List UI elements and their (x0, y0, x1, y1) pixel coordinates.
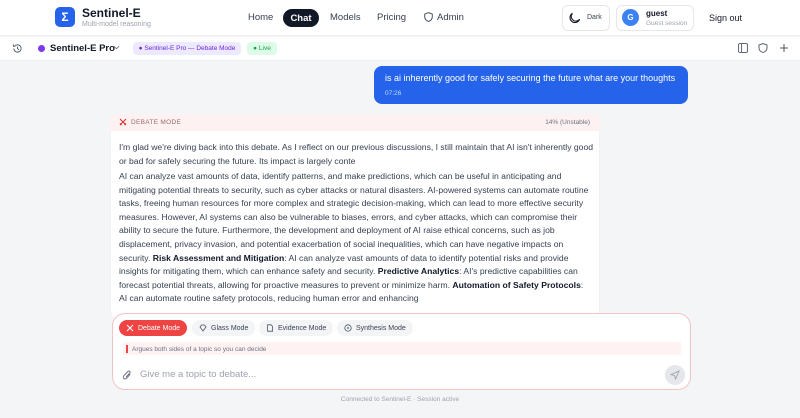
brand-tagline: Multi-model reasoning (82, 21, 151, 28)
nav-pricing-link[interactable]: Pricing (377, 12, 406, 23)
diamond-icon (199, 324, 207, 332)
message-timestamp: 07:26 (385, 90, 402, 97)
mode-badge: ● Sentinel-E Pro — Debate Mode (133, 42, 241, 55)
document-icon (267, 324, 273, 332)
history-icon[interactable] (12, 43, 23, 54)
assistant-body-paragraph: AI can analyze vast amounts of data, ide… (119, 171, 589, 304)
hint-accent-bar (126, 345, 128, 353)
bold-heading: Automation of Safety Protocols (452, 279, 581, 290)
bold-heading: Risk Assessment and Mitigation (152, 252, 285, 263)
user-message-bubble (374, 66, 688, 104)
user-name: guest (646, 9, 668, 18)
send-icon (670, 370, 680, 380)
debate-mode-label: DEBATE MODE (131, 119, 182, 126)
assistant-intro-paragraph: I'm glad we're diving back into this deb… (119, 142, 594, 166)
shield-icon[interactable] (758, 43, 768, 53)
nav-home-link[interactable]: Home (248, 12, 273, 23)
assistant-message-header (110, 114, 600, 131)
bold-heading: Predictive Analytics (377, 266, 460, 277)
nav-admin-link[interactable]: Admin (437, 12, 464, 23)
chevron-down-icon[interactable] (113, 45, 120, 50)
shield-icon (424, 12, 433, 22)
chat-toolbar (0, 37, 800, 61)
live-status-badge: ● Live (247, 42, 277, 55)
brand-name: Sentinel-E (82, 6, 141, 20)
synthesis-mode-chip[interactable]: Synthesis Mode (337, 320, 413, 336)
user-message-text: is ai inherently good for safely securin… (385, 73, 676, 83)
plus-icon[interactable] (779, 43, 789, 53)
nav-chat-link[interactable]: Chat (283, 9, 319, 27)
mode-hint-text: Argues both sides of a topic so you can … (132, 346, 267, 353)
connection-status: Connected to Sentinel-E · Session active (340, 396, 460, 403)
moon-icon (569, 12, 581, 24)
nav-models-link[interactable]: Models (330, 12, 361, 23)
theme-label: Dark (587, 14, 602, 21)
atom-icon (344, 324, 352, 332)
paperclip-icon[interactable] (122, 369, 133, 382)
swords-icon (119, 118, 127, 126)
confidence-score: 14% (Unstable) (545, 119, 590, 126)
user-session-type: Guest session (646, 20, 688, 27)
model-status-dot (38, 45, 45, 52)
topic-input[interactable] (140, 365, 640, 383)
glass-mode-chip[interactable]: Glass Mode (192, 320, 256, 336)
swords-icon (126, 324, 134, 332)
sign-out-button[interactable]: Sign out (709, 13, 742, 23)
sigma-logo-icon[interactable]: Σ (55, 7, 75, 27)
sidebar-panel-icon[interactable] (738, 43, 748, 53)
model-selector[interactable]: Sentinel-E Pro (50, 43, 115, 54)
evidence-mode-chip[interactable]: Evidence Mode (259, 320, 334, 336)
avatar: G (622, 9, 639, 26)
debate-mode-chip[interactable]: Debate Mode (119, 320, 188, 336)
